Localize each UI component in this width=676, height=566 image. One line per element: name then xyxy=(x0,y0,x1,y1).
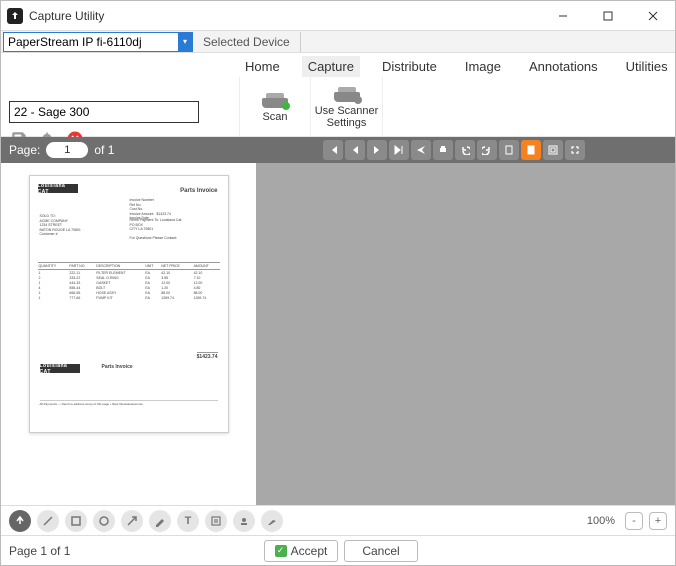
cancel-label: Cancel xyxy=(362,544,399,558)
ribbon-tabs: Home Capture Distribute Image Annotation… xyxy=(1,53,675,77)
cancel-button[interactable]: Cancel xyxy=(344,540,418,562)
footer-status: Page 1 of 1 xyxy=(9,544,70,558)
rotate-right-button[interactable] xyxy=(477,140,497,160)
freehand-tool[interactable] xyxy=(261,510,283,532)
fullscreen-button[interactable] xyxy=(565,140,585,160)
pointer-tool[interactable] xyxy=(9,510,31,532)
text-tool[interactable]: T xyxy=(177,510,199,532)
next-page-button[interactable] xyxy=(367,140,387,160)
device-row: PaperStream IP fi-6110dj ▾ Selected Devi… xyxy=(1,31,675,53)
preview-area: Louisiana CAT Parts Invoice Invoice Numb… xyxy=(1,163,675,505)
doc-title: Parts Invoice xyxy=(180,188,217,194)
doc-addr2: Remit Payment To: Louisiana Cat PO BOX C… xyxy=(130,218,182,241)
tab-annotations[interactable]: Annotations xyxy=(523,56,604,77)
maximize-button[interactable] xyxy=(585,1,630,31)
doc-total: $1423.74 xyxy=(197,352,218,360)
print-button[interactable] xyxy=(433,140,453,160)
prev-page-button[interactable] xyxy=(345,140,365,160)
device-select[interactable]: PaperStream IP fi-6110dj ▾ xyxy=(3,32,193,52)
tab-distribute[interactable]: Distribute xyxy=(376,56,443,77)
page-label: Page: xyxy=(9,143,40,157)
page-row: Page: of 1 xyxy=(1,137,675,163)
tab-image[interactable]: Image xyxy=(459,56,507,77)
device-select-value: PaperStream IP fi-6110dj xyxy=(8,35,142,49)
ellipse-tool[interactable] xyxy=(93,510,115,532)
highlight-tool[interactable] xyxy=(149,510,171,532)
use-settings-label-2: Settings xyxy=(327,117,367,129)
close-button[interactable] xyxy=(630,1,675,31)
use-settings-label-1: Use Scanner xyxy=(315,105,379,117)
rectangle-tool[interactable] xyxy=(65,510,87,532)
chevron-down-icon: ▾ xyxy=(178,33,192,51)
doc-logo: Louisiana CAT xyxy=(38,184,78,193)
page-total: 1 xyxy=(108,143,115,157)
fit-width-button[interactable] xyxy=(521,140,541,160)
selected-device-label: Selected Device xyxy=(193,32,301,52)
minimize-button[interactable] xyxy=(540,1,585,31)
scanner-icon xyxy=(261,90,289,108)
thumbnail-pane: Louisiana CAT Parts Invoice Invoice Numb… xyxy=(1,163,256,505)
first-page-button[interactable] xyxy=(323,140,343,160)
zoom-in-button[interactable]: + xyxy=(649,512,667,530)
tab-capture[interactable]: Capture xyxy=(302,56,360,77)
doc-addr: SOLD TO: ACME COMPANY 1234 STREET BATON … xyxy=(40,214,81,237)
note-tool[interactable] xyxy=(205,510,227,532)
use-scanner-settings-button[interactable]: Use Scanner Settings xyxy=(311,77,383,136)
doc-footnote: All Payments — Remit to address at top o… xyxy=(40,400,218,406)
window-title: Capture Utility xyxy=(29,9,104,23)
zoom-out-button[interactable]: - xyxy=(625,512,643,530)
footer: Page 1 of 1 ✓ Accept Cancel xyxy=(1,535,675,565)
zoom-level: 100% xyxy=(587,515,615,527)
fit-page-button[interactable] xyxy=(499,140,519,160)
arrow-tool[interactable] xyxy=(121,510,143,532)
last-page-button[interactable] xyxy=(389,140,409,160)
job-name-input[interactable] xyxy=(9,101,199,123)
app-icon xyxy=(7,8,23,24)
doc-table: QUANTITYPART NODESCRIPTIONUNITNET PRICEA… xyxy=(38,262,220,300)
tab-utilities[interactable]: Utilities xyxy=(620,56,674,77)
annotation-toolbar: T 100% - + xyxy=(1,505,675,535)
scan-label: Scan xyxy=(262,111,287,123)
actual-size-button[interactable] xyxy=(543,140,563,160)
nav-toolbar xyxy=(323,140,585,160)
check-icon: ✓ xyxy=(275,545,287,557)
page-input[interactable] xyxy=(46,142,88,158)
titlebar: Capture Utility xyxy=(1,1,675,31)
scanner-settings-icon xyxy=(333,84,361,102)
page-thumbnail[interactable]: Louisiana CAT Parts Invoice Invoice Numb… xyxy=(29,175,229,433)
scan-button[interactable]: Scan xyxy=(239,77,311,136)
accept-label: Accept xyxy=(291,544,328,558)
line-tool[interactable] xyxy=(37,510,59,532)
page-of: of xyxy=(94,143,104,157)
doc-footer-logo: Louisiana CAT xyxy=(40,364,80,373)
accept-button[interactable]: ✓ Accept xyxy=(264,540,338,562)
rotate-left-button[interactable] xyxy=(455,140,475,160)
doc-footer-title: Parts Invoice xyxy=(102,364,133,370)
send-button[interactable] xyxy=(411,140,431,160)
stamp-tool[interactable] xyxy=(233,510,255,532)
tab-home[interactable]: Home xyxy=(239,56,286,77)
